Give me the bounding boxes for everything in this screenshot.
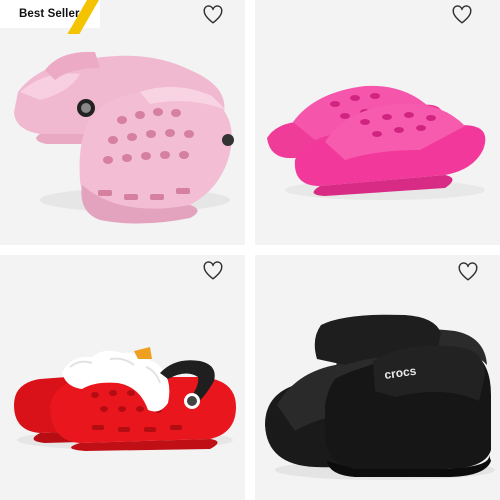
product-image-pink-slide[interactable] xyxy=(255,0,500,245)
product-image-pink-clog[interactable] xyxy=(0,0,245,245)
badge-label: Best Seller xyxy=(19,8,80,20)
product-image-red-clog[interactable] xyxy=(0,255,245,500)
product-image-black-sandal[interactable]: crocs xyxy=(255,255,500,500)
heart-outline-icon[interactable] xyxy=(202,4,224,26)
product-card[interactable] xyxy=(255,0,500,245)
product-card[interactable] xyxy=(0,255,245,500)
heart-outline-icon[interactable] xyxy=(451,4,473,26)
product-card[interactable]: Best Seller xyxy=(0,0,245,245)
heart-outline-icon[interactable] xyxy=(202,260,224,282)
heart-outline-icon[interactable] xyxy=(457,261,479,283)
product-card[interactable]: crocs xyxy=(255,255,500,500)
